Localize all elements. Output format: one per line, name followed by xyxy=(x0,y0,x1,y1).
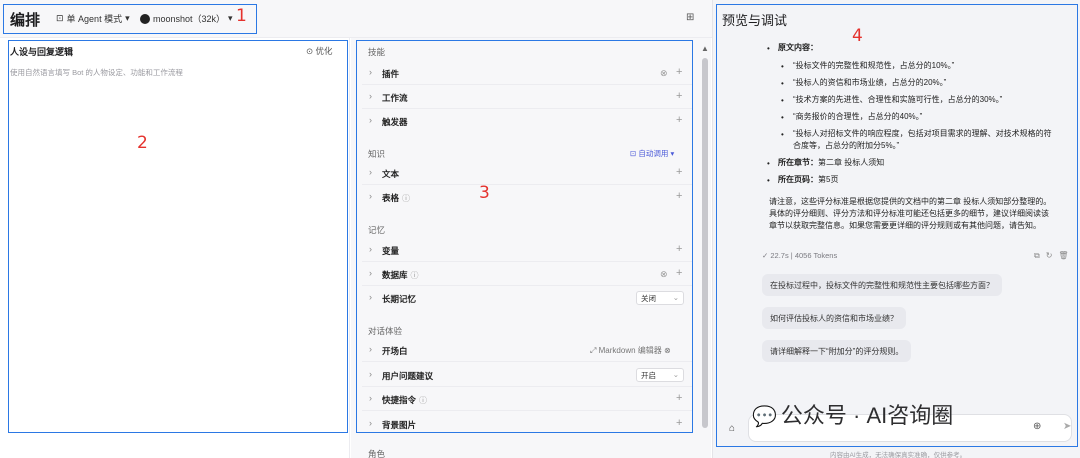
annotation-box-4 xyxy=(716,4,1078,447)
scroll-up-icon[interactable]: ▲ xyxy=(701,44,709,53)
grid-icon[interactable]: ⊞ xyxy=(686,12,694,23)
annotation-box-3 xyxy=(356,40,693,433)
annotation-number-1: 1 xyxy=(236,6,247,26)
scrollbar[interactable] xyxy=(702,58,708,428)
annotation-number-4: 4 xyxy=(852,26,863,46)
annotation-number-3: 3 xyxy=(479,183,490,203)
role-section-title: 角色 xyxy=(368,449,386,458)
ai-disclaimer: 内容由AI生成，无法确保真实准确，仅供参考。 xyxy=(830,452,967,458)
annotation-box-1 xyxy=(3,4,257,34)
annotation-number-2: 2 xyxy=(137,133,148,153)
annotation-box-2 xyxy=(8,40,348,433)
